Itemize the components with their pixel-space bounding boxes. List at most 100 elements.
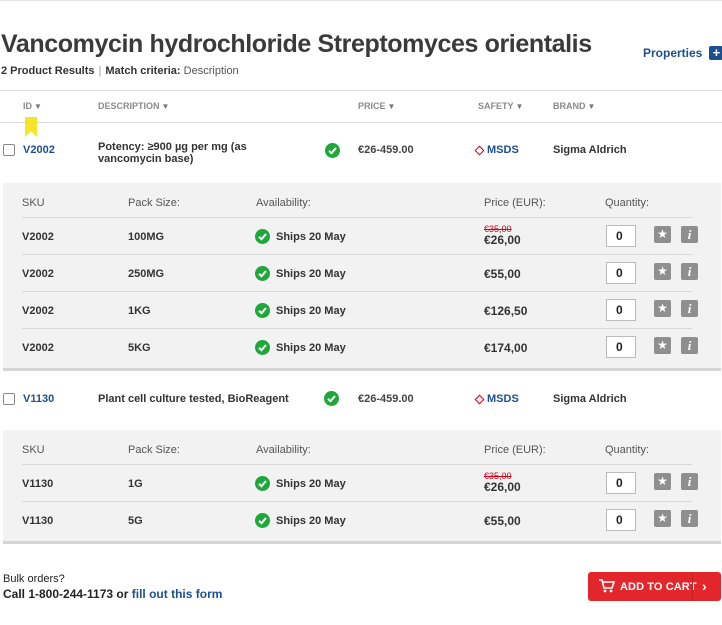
check-circle-icon [255, 266, 270, 281]
sku-row: V2002 5KG Ships 20 May €174,00 0 ★ i [22, 328, 698, 366]
sort-by-brand[interactable]: BRAND ▼ [553, 101, 595, 111]
star-icon[interactable]: ★ [654, 226, 671, 243]
product-select-checkbox[interactable] [3, 393, 15, 405]
safety-msds[interactable]: MSDS [474, 144, 519, 156]
info-icon[interactable]: i [681, 300, 698, 317]
sku-code: V1130 [22, 515, 54, 527]
sku-row: V2002 250MG Ships 20 May €55,00 0 ★ i [22, 254, 698, 292]
add-to-cart-label: ADD TO CART [620, 581, 697, 593]
quantity-header: Quantity: [605, 197, 650, 209]
info-icon[interactable]: i [681, 226, 698, 243]
sku-header: SKU [22, 444, 45, 456]
sku-code: V2002 [22, 268, 54, 280]
availability-text: Ships 20 May [276, 304, 346, 317]
sku-row: V1130 5G Ships 20 May €55,00 0 ★ i [22, 501, 698, 539]
bookmark-icon[interactable] [25, 117, 37, 137]
availability-header: Availability: [256, 197, 311, 209]
quantity-input[interactable]: 0 [606, 336, 636, 358]
availability-status: Ships 20 May [255, 229, 346, 244]
sku-panel: SKU Pack Size: Availability: Price (EUR)… [3, 183, 721, 371]
product-id-link[interactable]: V2002 [23, 144, 55, 156]
sku-code: V2002 [22, 305, 54, 317]
check-circle-icon [255, 340, 270, 355]
header-top-divider [0, 90, 722, 91]
pack-size: 250MG [128, 268, 165, 280]
sort-by-price[interactable]: PRICE ▼ [358, 101, 395, 111]
column-description-label: DESCRIPTION [98, 101, 160, 111]
sort-arrow-icon: ▼ [161, 102, 170, 111]
check-circle-icon [255, 229, 270, 244]
sort-arrow-icon: ▼ [34, 102, 42, 111]
sku-code: V2002 [22, 231, 54, 243]
bulk-orders-label: Bulk orders? [3, 573, 65, 585]
pack-size: 1G [128, 478, 143, 490]
properties-link[interactable]: Properties [643, 46, 702, 60]
product-select-checkbox[interactable] [3, 144, 15, 156]
info-icon[interactable]: i [681, 263, 698, 280]
quantity-input[interactable]: 0 [606, 262, 636, 284]
sku-row: V1130 1G Ships 20 May €35,00 €26,00 0 ★ … [22, 464, 698, 502]
availability-text: Ships 20 May [276, 341, 346, 354]
star-icon[interactable]: ★ [654, 473, 671, 490]
info-icon[interactable]: i [681, 473, 698, 490]
sku-row: V2002 100MG Ships 20 May €35,00 €26,00 0… [22, 217, 698, 255]
msds-link[interactable]: MSDS [487, 393, 519, 405]
hazard-diamond-icon [474, 145, 485, 155]
star-icon[interactable]: ★ [654, 337, 671, 354]
sort-by-description[interactable]: DESCRIPTION ▼ [98, 101, 169, 111]
star-icon[interactable]: ★ [654, 300, 671, 317]
pack-size: 100MG [128, 231, 165, 243]
availability-text: Ships 20 May [276, 514, 346, 527]
check-circle-icon [325, 143, 340, 158]
star-icon[interactable]: ★ [654, 510, 671, 527]
availability-status: Ships 20 May [255, 513, 346, 528]
add-to-cart-button[interactable]: ADD TO CART › [588, 572, 721, 601]
price-header: Price (EUR): [484, 444, 546, 456]
pack-size: 1KG [128, 305, 151, 317]
header-bottom-divider [0, 122, 722, 123]
sku-header: SKU [22, 197, 45, 209]
fill-out-form-link[interactable]: fill out this form [132, 587, 223, 601]
pack-size-header: Pack Size: [128, 444, 180, 456]
sort-by-id[interactable]: ID ▼ [23, 101, 42, 111]
sku-price: €26,00 [484, 480, 521, 494]
pack-size-header: Pack Size: [128, 197, 180, 209]
quantity-input[interactable]: 0 [606, 472, 636, 494]
product-id-link[interactable]: V1130 [23, 393, 54, 405]
cart-icon [599, 579, 615, 593]
star-icon[interactable]: ★ [654, 263, 671, 280]
hazard-diamond-icon [474, 394, 485, 404]
sku-price: €55,00 [484, 514, 521, 528]
availability-status: Ships 20 May [255, 340, 346, 355]
info-icon[interactable]: i [681, 510, 698, 527]
check-circle-icon [255, 476, 270, 491]
sku-panel: SKU Pack Size: Availability: Price (EUR)… [3, 430, 721, 544]
plus-icon[interactable]: + [709, 46, 722, 60]
sort-by-safety[interactable]: SAFETY ▼ [478, 101, 523, 111]
sku-code: V2002 [22, 342, 54, 354]
quantity-input[interactable]: 0 [606, 225, 636, 247]
msds-link[interactable]: MSDS [487, 144, 519, 156]
price-header: Price (EUR): [484, 197, 546, 209]
availability-status: Ships 20 May [255, 476, 346, 491]
match-criteria-label: Match criteria: [105, 65, 181, 77]
info-icon[interactable]: i [681, 337, 698, 354]
pack-size: 5G [128, 515, 143, 527]
sku-price: €174,00 [484, 341, 528, 355]
quantity-input[interactable]: 0 [606, 299, 636, 321]
column-safety-label: SAFETY [478, 101, 514, 111]
product-description: Potency: ≥900 µg per mg (as vancomycin b… [98, 141, 247, 165]
quantity-input[interactable]: 0 [606, 509, 636, 531]
availability-header: Availability: [256, 444, 311, 456]
check-circle-icon [324, 391, 339, 406]
column-id-label: ID [23, 101, 32, 111]
product-brand: Sigma Aldrich [553, 393, 627, 405]
safety-msds[interactable]: MSDS [474, 393, 519, 405]
sort-arrow-icon: ▼ [587, 102, 596, 111]
product-price-range: €26-459.00 [358, 144, 414, 156]
sort-arrow-icon: ▼ [515, 102, 524, 111]
properties-toggle[interactable]: Properties + [643, 46, 722, 60]
match-criteria-value: Description [183, 65, 239, 77]
check-circle-icon [255, 513, 270, 528]
top-divider [0, 0, 722, 1]
